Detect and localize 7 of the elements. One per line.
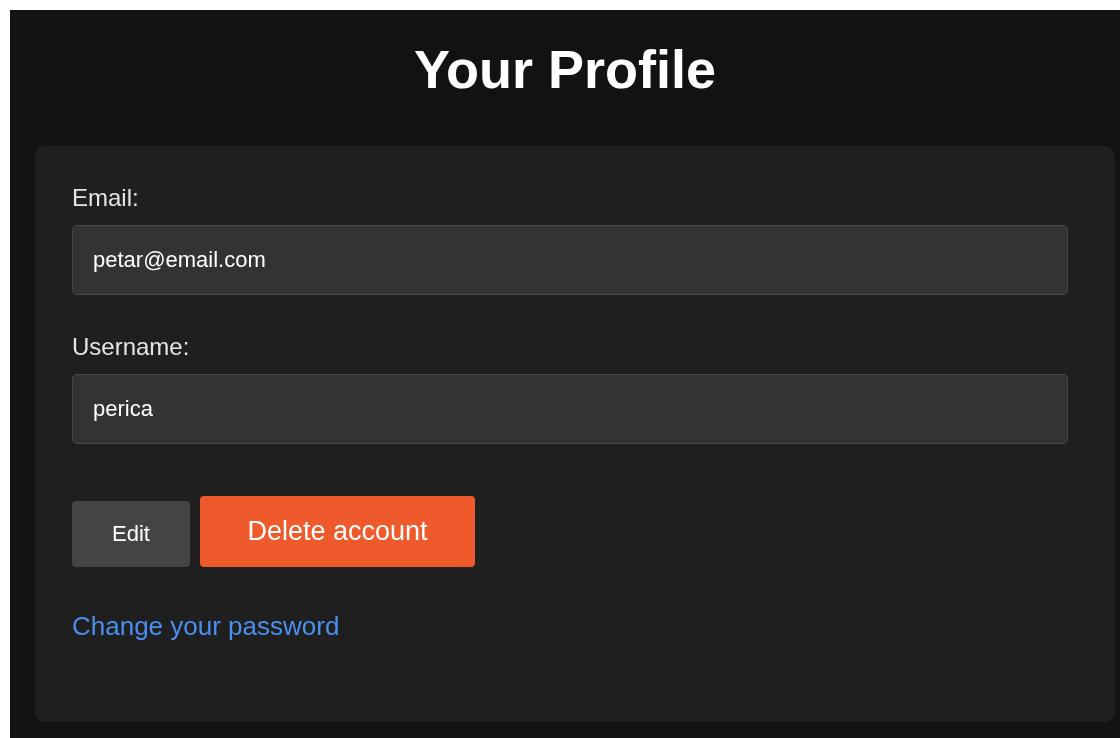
- input-field[interactable]: petar@email.com: [72, 224, 1068, 295]
- edit-button[interactable]: Edit: [72, 500, 190, 567]
- field-label: Email:: [72, 184, 140, 213]
- page-title: Your Profile: [413, 42, 716, 96]
- field-label: Username:: [72, 332, 191, 362]
- change-password-link[interactable]: Change your password: [72, 610, 340, 641]
- input-field[interactable]: perica: [72, 373, 1068, 444]
